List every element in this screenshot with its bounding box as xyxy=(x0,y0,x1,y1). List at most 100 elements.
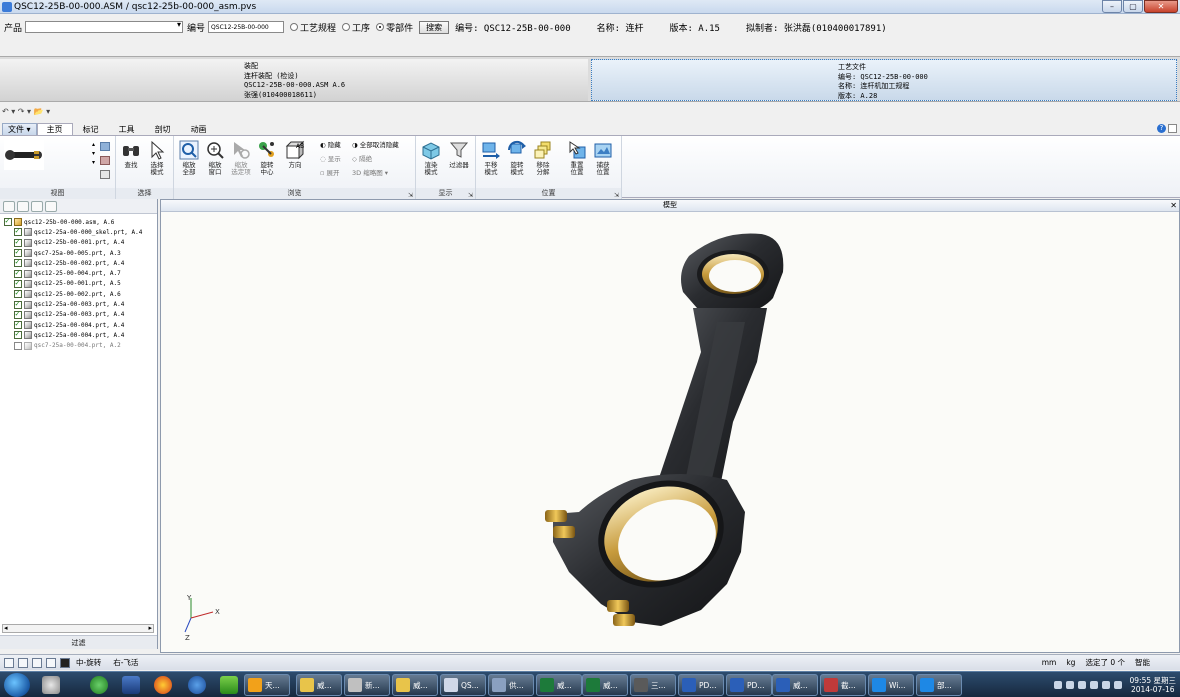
tree-item-checkbox[interactable] xyxy=(14,341,22,350)
tree-item[interactable]: qsc12-25-00-001.prt, A.5 xyxy=(4,278,156,289)
show-button[interactable]: ◌ 显示 xyxy=(320,155,341,164)
help-icon[interactable]: ? xyxy=(1157,124,1166,133)
zoom-selected-button[interactable]: 缩放 选定项 xyxy=(228,140,254,176)
3d-canvas[interactable]: Y X Z xyxy=(161,212,1179,652)
view-thumbnail[interactable] xyxy=(4,140,44,170)
start-button-icon[interactable] xyxy=(4,673,30,697)
reset-position-button[interactable]: 重置 位置 xyxy=(564,140,590,176)
expand-button[interactable]: ▫ 展开 xyxy=(320,169,339,178)
tray-volume-icon[interactable] xyxy=(1101,681,1110,689)
layout-tree-icon[interactable] xyxy=(32,657,42,668)
radio-step[interactable]: 工序 xyxy=(342,21,370,34)
find-button[interactable]: 查找 xyxy=(118,140,144,169)
taskbar-item[interactable]: PD... xyxy=(726,674,772,696)
ribbon-minimize-icon[interactable] xyxy=(1168,124,1177,133)
radio-process[interactable]: 工艺规程 xyxy=(290,21,336,34)
tree-item[interactable]: qsc12-25b-00-000.asm, A.6 xyxy=(4,216,156,227)
unit-kg[interactable]: kg xyxy=(1066,658,1075,667)
taskbar-item[interactable]: 部... xyxy=(916,674,962,696)
unhide-all-button[interactable]: ◑ 全部取消隐藏 xyxy=(352,141,399,150)
taskbar-item[interactable]: 新... xyxy=(344,674,390,696)
view-side-icon[interactable] xyxy=(100,156,110,165)
iqiyi-icon[interactable] xyxy=(220,676,238,694)
tree-item-checkbox[interactable] xyxy=(14,319,22,330)
scroll-right-icon[interactable]: ▸ xyxy=(148,624,152,632)
mouse-mode-icon[interactable] xyxy=(60,657,70,668)
zoom-all-button[interactable]: 缩放 全部 xyxy=(176,140,202,176)
tree-item[interactable]: qsc12-25b-00-002.prt, A.4 xyxy=(4,257,156,268)
tray-help-icon[interactable] xyxy=(1065,681,1074,689)
rotate-center-button[interactable]: 旋转 中心 xyxy=(254,140,280,176)
search-button[interactable]: 搜索 xyxy=(419,20,450,34)
clock[interactable]: 09:55 星期三 2014-07-16 xyxy=(1130,676,1177,694)
maximize-button[interactable]: ▢ xyxy=(1123,0,1143,13)
tree-item-checkbox[interactable] xyxy=(14,268,22,278)
taskbar-item[interactable]: 威... xyxy=(772,674,818,696)
unit-mm[interactable]: mm xyxy=(1042,658,1057,667)
pinned-app-k-icon[interactable] xyxy=(188,676,206,694)
tree-item[interactable]: qsc12-25a-00-003.prt, A.4 xyxy=(4,299,156,309)
taskbar-item[interactable]: 威... xyxy=(536,674,582,696)
product-combo[interactable] xyxy=(25,20,184,33)
layout-full-icon[interactable] xyxy=(46,657,56,668)
scroll-left-icon[interactable]: ◂ xyxy=(4,624,8,632)
process-document-card[interactable]: 工艺文件 编号: QSC12-25B-00-000 名称: 连杆机加工规程 版本… xyxy=(591,59,1177,101)
rotate-mode-button[interactable]: 旋转 模式 xyxy=(504,140,530,176)
filter-tab[interactable]: 过滤 xyxy=(0,635,157,649)
tree-item-checkbox[interactable] xyxy=(14,237,22,247)
tray-keyboard-icon[interactable] xyxy=(1053,681,1062,689)
taskbar-item[interactable]: 威... xyxy=(582,674,628,696)
capture-position-button[interactable]: 捕获 位置 xyxy=(590,140,616,176)
tree-item[interactable]: qsc12-25a-00-004.prt, A.4 xyxy=(4,319,156,330)
tree-item-checkbox[interactable] xyxy=(4,216,12,227)
tree-tool-edit-icon[interactable] xyxy=(17,201,29,212)
tray-shield-icon[interactable] xyxy=(1089,681,1098,689)
zoom-window-button[interactable]: 缩放 窗口 xyxy=(202,140,228,176)
quick-access-toolbar[interactable]: ↶ ▾ ↷ ▾ 📂 ▾ xyxy=(2,107,50,119)
tree-item-checkbox[interactable] xyxy=(14,226,22,237)
tree-item[interactable]: qsc12-25a-00-003.prt, A.4 xyxy=(4,309,156,320)
tree-item[interactable]: qsc12-25-00-004.prt, A.7 xyxy=(4,268,156,278)
tree-item-checkbox[interactable] xyxy=(14,309,22,319)
tree-item[interactable]: qsc12-25-00-002.prt, A.6 xyxy=(4,288,156,299)
pan-mode-button[interactable]: 平移 模式 xyxy=(478,140,504,176)
tree-item[interactable]: qsc12-25a-00-004.prt, A.4 xyxy=(4,329,156,340)
tree-item-checkbox[interactable] xyxy=(14,247,22,258)
layout-split-icon[interactable] xyxy=(18,657,28,668)
tree-item[interactable]: qsc12-25a-00-000_skel.prt, A.4 xyxy=(4,226,156,237)
tree-tool-structure-icon[interactable] xyxy=(31,201,43,212)
explode-button[interactable]: 移除 分解 xyxy=(530,140,556,176)
tree-item-checkbox[interactable] xyxy=(14,278,22,288)
tree-horizontal-scrollbar[interactable]: ◂ ▸ xyxy=(2,624,154,633)
taskbar-item[interactable]: PD... xyxy=(678,674,724,696)
taskbar-item[interactable]: 截... xyxy=(820,674,866,696)
select-mode-button[interactable]: 选择 模式 xyxy=(144,140,170,176)
pinned-app-1-icon[interactable] xyxy=(42,676,60,694)
render-mode-button[interactable]: 渲染 模式 xyxy=(418,140,444,176)
viewport-close-icon[interactable]: ✕ xyxy=(1170,200,1177,211)
view-front-icon[interactable] xyxy=(100,142,110,151)
tree-item-checkbox[interactable] xyxy=(14,288,22,299)
taskbar-item[interactable]: Wi... xyxy=(868,674,914,696)
code-input[interactable]: QSC12-25B-00-000 xyxy=(208,21,285,33)
assembly-document-card[interactable]: 装配 连杆装配 (检设) QSC12-25B-00-000.ASM A.6 张强… xyxy=(0,59,588,101)
taskbar-item[interactable]: 天... xyxy=(244,674,290,696)
isolate-button[interactable]: ◇ 隔绝 xyxy=(352,155,372,164)
browser-icon[interactable] xyxy=(154,676,172,694)
tree-tool-part-icon[interactable] xyxy=(45,201,57,212)
radio-part[interactable]: 零部件 xyxy=(376,21,413,34)
minimize-button[interactable]: – xyxy=(1102,0,1122,13)
taskbar-item[interactable]: 供... xyxy=(488,674,534,696)
tree-tool-assembly-icon[interactable] xyxy=(3,201,15,212)
tree-item-checkbox[interactable] xyxy=(14,257,22,268)
smart-select[interactable]: 智能 xyxy=(1135,657,1150,668)
tree-item-checkbox[interactable] xyxy=(14,299,22,309)
tray-network-icon[interactable] xyxy=(1077,681,1086,689)
direction-button[interactable]: AB 方向 xyxy=(282,140,308,169)
hide-button[interactable]: ◐ 隐藏 xyxy=(320,141,341,150)
taskbar-item[interactable]: 威... xyxy=(296,674,342,696)
tree-item[interactable]: qsc7-25a-00-005.prt, A.3 xyxy=(4,247,156,258)
taskbar-item[interactable]: QS... xyxy=(440,674,486,696)
tray-flag-icon[interactable] xyxy=(1113,681,1122,689)
view-list-icon[interactable] xyxy=(100,170,110,179)
